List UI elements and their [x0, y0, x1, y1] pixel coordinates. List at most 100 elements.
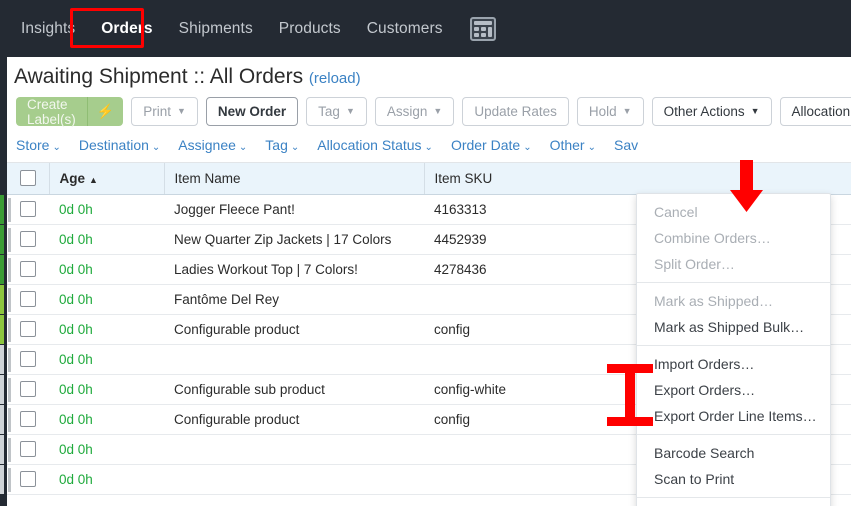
annotation-ibeam-export-orders [607, 364, 653, 426]
row-handle-bar [8, 227, 11, 252]
chevron-down-icon: ▼ [176, 106, 186, 116]
menu-item-scan-to-print[interactable]: Scan to Print [637, 466, 830, 492]
nav-item-shipments[interactable]: Shipments [166, 14, 266, 44]
nav-item-insights[interactable]: Insights [8, 14, 88, 44]
menu-separator [637, 282, 830, 283]
chevron-down-icon: ⌄ [587, 142, 596, 153]
row-select-cell[interactable] [0, 374, 49, 405]
top-navigation-bar: Insights Orders Shipments Products Custo… [0, 0, 851, 57]
row-checkbox[interactable] [20, 231, 36, 248]
create-labels-label: Create Label(s) [27, 96, 76, 127]
row-checkbox[interactable] [20, 351, 36, 368]
menu-item-combine-orders: Combine Orders… [654, 230, 771, 246]
chevron-down-icon: ▼ [750, 106, 760, 116]
cell-item-name: Configurable product [164, 404, 424, 435]
row-select-cell[interactable] [0, 464, 49, 495]
row-select-cell[interactable] [0, 254, 49, 285]
menu-item-export-order-line-items[interactable]: Export Order Line Items… [637, 403, 830, 429]
row-checkbox[interactable] [20, 471, 36, 488]
cell-age: 0d 0h [49, 224, 164, 255]
row-handle-bar [8, 407, 11, 432]
filter-tag[interactable]: Tag ⌄ [265, 137, 299, 153]
menu-item-mark-as-shipped-bulk[interactable]: Mark as Shipped Bulk… [637, 314, 830, 340]
column-header-item-name[interactable]: Item Name [164, 163, 425, 195]
row-checkbox[interactable] [20, 381, 36, 398]
select-all-checkbox[interactable] [19, 170, 36, 187]
nav-item-products[interactable]: Products [266, 14, 354, 44]
row-status-stripe [0, 434, 4, 464]
assign-label: Assign [386, 104, 428, 119]
menu-item-barcode-search[interactable]: Barcode Search [637, 440, 830, 466]
row-handle-bar [8, 197, 11, 222]
row-status-stripe [0, 374, 4, 404]
filter-store[interactable]: Store ⌄ [16, 137, 61, 153]
row-checkbox[interactable] [20, 291, 36, 308]
calculator-grid-icon[interactable] [469, 16, 496, 41]
filter-tag-label: Tag [265, 137, 288, 153]
assign-button[interactable]: Assign ▼ [374, 97, 455, 126]
row-select-cell[interactable] [0, 284, 49, 315]
allocation-button[interactable]: Allocation ▼ [779, 97, 851, 126]
row-select-cell[interactable] [0, 314, 49, 345]
page-header: Awaiting Shipment :: All Orders (reload)… [0, 57, 851, 127]
cell-age: 0d 0h [49, 254, 164, 285]
row-select-cell[interactable] [0, 224, 49, 255]
other-actions-button[interactable]: Other Actions ▼ [651, 97, 772, 126]
menu-separator [637, 497, 830, 498]
row-select-cell[interactable] [0, 404, 49, 435]
filter-allocation-status-label: Allocation Status [317, 137, 422, 153]
cell-item-sku [424, 434, 649, 465]
cell-item-name [164, 344, 424, 375]
chevron-down-icon: ⌄ [52, 142, 61, 153]
page-title-text: Awaiting Shipment :: All Orders [14, 65, 304, 88]
row-checkbox[interactable] [20, 261, 36, 278]
nav-item-orders[interactable]: Orders [88, 14, 165, 44]
other-actions-dropdown-menu[interactable]: Cancel Combine Orders… Split Order… Mark as… [636, 193, 831, 506]
row-status-stripe [0, 314, 4, 344]
select-all-header[interactable] [7, 163, 50, 195]
table-header-row: Age ▲ Item Name Item SKU [7, 163, 851, 195]
row-handle-bar [8, 257, 11, 282]
sort-ascending-icon: ▲ [89, 174, 98, 185]
row-checkbox[interactable] [20, 441, 36, 458]
column-header-age[interactable]: Age ▲ [49, 163, 165, 195]
menu-item-export-orders[interactable]: Export Orders… [637, 377, 830, 403]
chevron-down-icon: ⌄ [290, 142, 300, 153]
tag-button[interactable]: Tag ▼ [306, 97, 367, 126]
print-button[interactable]: Print ▼ [131, 97, 198, 126]
row-status-stripe [0, 194, 4, 224]
cell-item-name: Jogger Fleece Pant! [164, 194, 424, 225]
row-select-cell[interactable] [0, 194, 49, 225]
row-checkbox[interactable] [20, 321, 36, 338]
filter-saved[interactable]: Sav [614, 137, 638, 153]
column-header-age-label: Age [59, 170, 86, 186]
cell-item-sku: 4278436 [424, 254, 649, 285]
row-select-cell[interactable] [0, 434, 49, 465]
cell-item-sku: config [424, 314, 649, 345]
chevron-down-icon: ⌄ [151, 142, 161, 153]
hold-button[interactable]: Hold ▼ [576, 97, 644, 126]
menu-item-split-order: Split Order… [654, 256, 735, 272]
create-labels-button[interactable]: Create Label(s) ⚡ [16, 96, 124, 127]
filter-allocation-status[interactable]: Allocation Status ⌄ [317, 137, 433, 153]
filter-destination[interactable]: Destination ⌄ [79, 137, 160, 153]
filter-assignee[interactable]: Assignee ⌄ [178, 137, 247, 153]
row-checkbox[interactable] [20, 201, 36, 218]
menu-item-import-orders[interactable]: Import Orders… [637, 351, 830, 377]
cell-item-sku: 4452939 [424, 224, 649, 255]
lightning-bolt-icon[interactable]: ⚡ [86, 97, 123, 126]
nav-item-customers[interactable]: Customers [354, 14, 456, 44]
new-order-button[interactable]: New Order [205, 97, 299, 126]
row-handle-bar [8, 377, 11, 402]
row-checkbox[interactable] [20, 411, 36, 428]
column-header-item-sku[interactable]: Item SKU [424, 163, 649, 195]
cell-item-name: New Quarter Zip Jackets | 17 Colors [164, 224, 424, 255]
filter-other[interactable]: Other ⌄ [550, 137, 596, 153]
page-title: Awaiting Shipment :: All Orders (reload) [14, 65, 851, 89]
row-status-stripe [0, 284, 4, 314]
row-select-cell[interactable] [0, 344, 49, 375]
update-rates-button[interactable]: Update Rates [462, 97, 569, 126]
filter-order-date[interactable]: Order Date ⌄ [451, 137, 532, 153]
reload-link[interactable]: (reload) [309, 70, 361, 87]
row-status-stripe [0, 344, 4, 374]
